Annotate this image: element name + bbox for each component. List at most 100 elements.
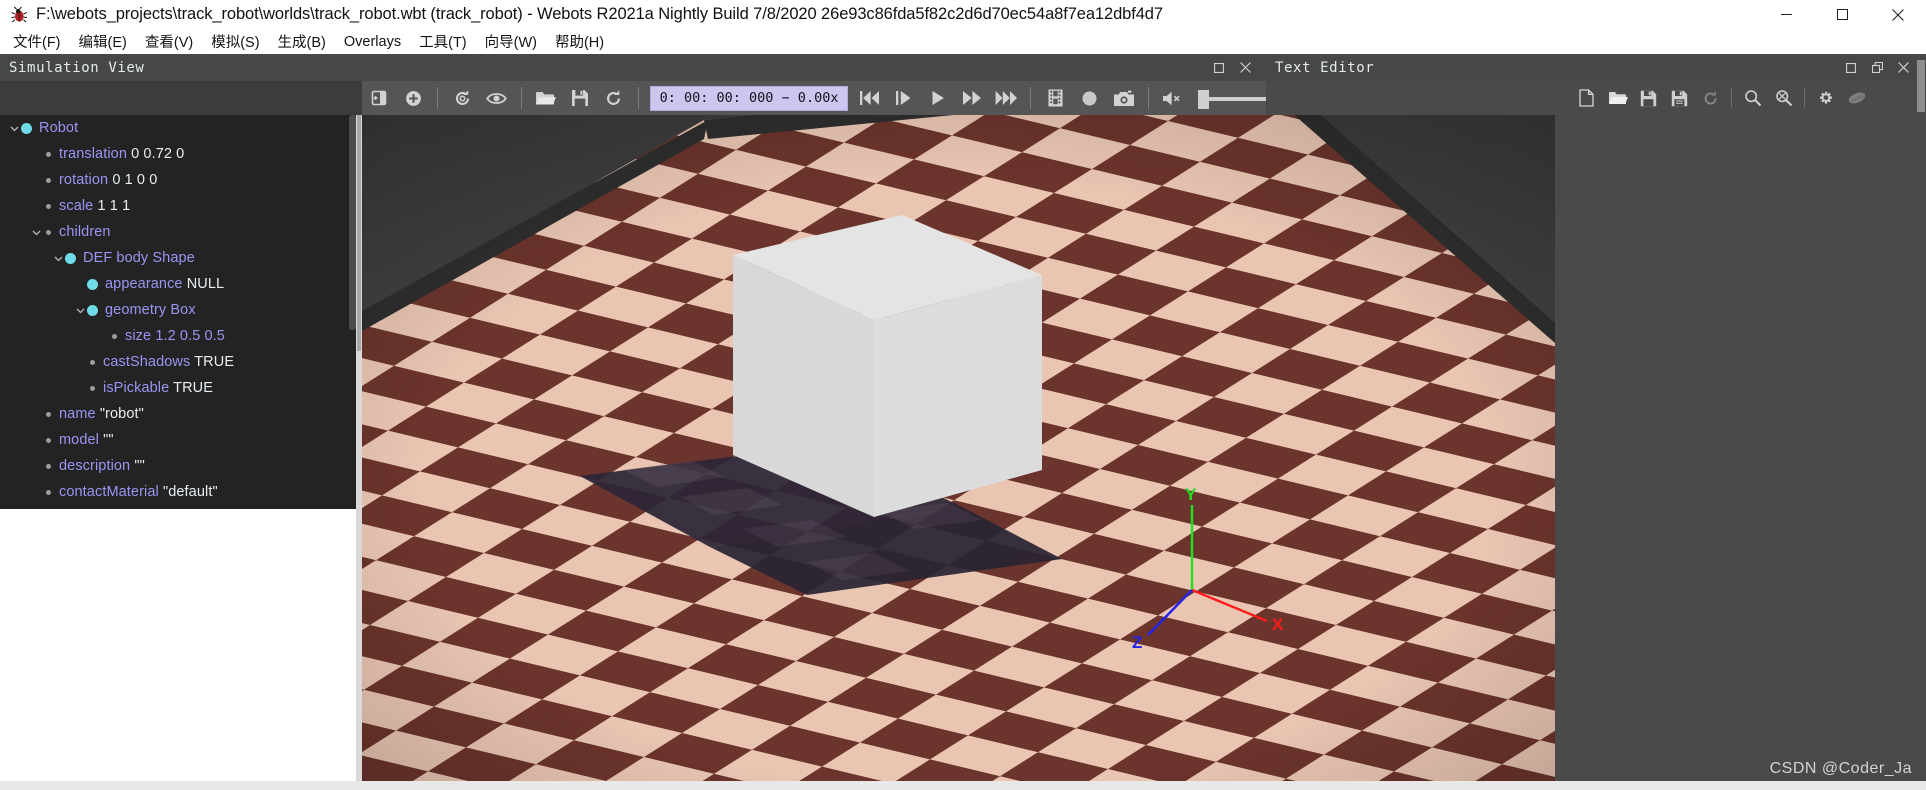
revert-icon[interactable]: [1695, 81, 1726, 115]
window-minimize-button[interactable]: [1758, 0, 1814, 29]
menu-overlays[interactable]: Overlays: [335, 31, 410, 53]
chevron-down-icon[interactable]: [8, 115, 21, 141]
simview-close-button[interactable]: [1232, 54, 1258, 81]
step-icon[interactable]: [887, 81, 921, 115]
tree-item-ispickable[interactable]: isPickable TRUE: [0, 375, 356, 401]
simulation-time-display[interactable]: 0: 00: 00: 000 − 0.00x: [649, 85, 849, 111]
text-editor-scroll-thumb[interactable]: [1917, 60, 1925, 112]
volume-slider[interactable]: [1197, 81, 1282, 115]
open-world-icon[interactable]: [528, 81, 562, 115]
toolbar-separator: [1030, 87, 1032, 109]
tree-item-description[interactable]: description "": [0, 453, 356, 479]
twisty-placeholder: [30, 479, 43, 505]
bottom-strip: [0, 781, 1926, 790]
te-toolbar-separator: [1804, 88, 1805, 108]
texted-maximize-button[interactable]: [1838, 54, 1864, 81]
tree-item-value: 0 1 0 0: [112, 172, 158, 188]
menu-tools[interactable]: 工具(T): [410, 28, 476, 55]
menu-edit[interactable]: 编辑(E): [70, 28, 136, 55]
window-close-button[interactable]: [1870, 0, 1926, 29]
tree-item-model[interactable]: model "": [0, 427, 356, 453]
sound-mute-icon[interactable]: [1155, 81, 1189, 115]
tree-item-rotation[interactable]: rotation 0 1 0 0: [0, 167, 356, 193]
tree-item-key: name: [59, 406, 96, 422]
menu-view[interactable]: 查看(V): [136, 28, 202, 55]
chevron-down-icon[interactable]: [52, 245, 65, 271]
compile-icon[interactable]: [1841, 81, 1872, 115]
simulation-view-title: Simulation View: [9, 59, 145, 76]
tree-item-label: name "robot": [59, 406, 144, 422]
tree-item-name[interactable]: name "robot": [0, 401, 356, 427]
tree-item-scale[interactable]: scale 1 1 1: [0, 193, 356, 219]
window-maximize-button[interactable]: [1814, 0, 1870, 29]
chevron-down-icon[interactable]: [30, 219, 43, 245]
record-icon[interactable]: [1072, 81, 1106, 115]
settings-gear-icon[interactable]: [1810, 81, 1841, 115]
tree-item-def-body-shape[interactable]: DEF body Shape: [0, 245, 356, 271]
new-file-icon[interactable]: [1571, 81, 1602, 115]
menu-build[interactable]: 生成(B): [269, 28, 335, 55]
tree-item-label: contactMaterial "default": [59, 484, 218, 500]
volume-handle[interactable]: [1197, 90, 1209, 109]
scene-tree-scroll-thumb[interactable]: [349, 115, 356, 330]
simulation-toolbar: 0: 00: 00: 000 − 0.00x: [362, 81, 1282, 115]
3d-scene[interactable]: Y X Z: [362, 115, 1555, 788]
twisty-placeholder: [30, 427, 43, 453]
tree-item-appearance[interactable]: appearance NULL: [0, 271, 356, 297]
real-time-icon[interactable]: [989, 81, 1023, 115]
tree-item-translation[interactable]: translation 0 0.72 0: [0, 141, 356, 167]
screenshot-icon[interactable]: [1106, 81, 1140, 115]
scene-tree-scrollbar[interactable]: [349, 115, 356, 509]
menu-file[interactable]: 文件(F): [4, 28, 70, 55]
tree-item-castshadows[interactable]: castShadows TRUE: [0, 349, 356, 375]
texted-restore-button[interactable]: [1864, 54, 1890, 81]
scene-tree-panel[interactable]: Robot translation 0 0.72 0 rotation 0 1 0 …: [0, 115, 356, 509]
tree-item-label: castShadows TRUE: [103, 354, 234, 370]
tree-item-key: contactMaterial: [59, 484, 159, 500]
tree-item-value: "": [103, 432, 114, 448]
find-icon[interactable]: [1737, 81, 1768, 115]
chevron-down-icon[interactable]: [74, 297, 87, 323]
tree-item-robot[interactable]: Robot: [0, 115, 356, 141]
menu-simulation[interactable]: 模拟(S): [202, 28, 268, 55]
reset-simulation-icon[interactable]: [597, 81, 631, 115]
title-bar: F:\webots_projects\track_robot\worlds\tr…: [0, 0, 1926, 29]
menu-wizards[interactable]: 向导(W): [476, 28, 546, 55]
simview-maximize-button[interactable]: [1206, 54, 1232, 81]
texted-close-button[interactable]: [1890, 54, 1916, 81]
tree-item-value: TRUE: [194, 354, 235, 370]
node-bullet-icon: [21, 122, 32, 134]
save-world-icon[interactable]: [562, 81, 596, 115]
tree-item-children[interactable]: children: [0, 219, 356, 245]
tree-item-size[interactable]: size 1.2 0.5 0.5: [0, 323, 356, 349]
tree-item-label: Robot: [39, 120, 78, 136]
movie-icon[interactable]: [1038, 81, 1072, 115]
field-bullet-icon: [90, 385, 95, 391]
twisty-placeholder: [74, 375, 87, 401]
tree-item-key: castShadows: [103, 354, 191, 370]
play-icon[interactable]: [921, 81, 955, 115]
watermark: CSDN @Coder_Ja: [1769, 760, 1912, 777]
field-bullet-icon: [90, 359, 95, 365]
text-editor-scrollbar[interactable]: [1916, 60, 1926, 788]
menu-help[interactable]: 帮助(H): [546, 28, 613, 55]
add-node-icon[interactable]: [396, 81, 430, 115]
text-editor-body[interactable]: [1571, 115, 1926, 788]
3d-viewport[interactable]: Y X Z: [362, 115, 1555, 788]
view-icon[interactable]: [479, 81, 513, 115]
save-icon[interactable]: [1633, 81, 1664, 115]
fast-forward-icon[interactable]: [955, 81, 989, 115]
open-file-icon[interactable]: [1602, 81, 1633, 115]
rewind-icon[interactable]: [852, 81, 886, 115]
splitter-grip[interactable]: [357, 115, 361, 351]
find-replace-icon[interactable]: [1768, 81, 1799, 115]
save-as-icon[interactable]: [1664, 81, 1695, 115]
left-panel-filler: [0, 509, 356, 786]
tree-item-contactmaterial[interactable]: contactMaterial "default": [0, 479, 356, 505]
tree-item-key: appearance: [105, 276, 183, 292]
toggle-sidebar-icon[interactable]: [362, 81, 396, 115]
tree-item-geometry-box[interactable]: geometry Box: [0, 297, 356, 323]
twisty-placeholder: [74, 271, 87, 297]
tree-item-label: children: [59, 224, 111, 240]
reload-world-icon[interactable]: [445, 81, 479, 115]
